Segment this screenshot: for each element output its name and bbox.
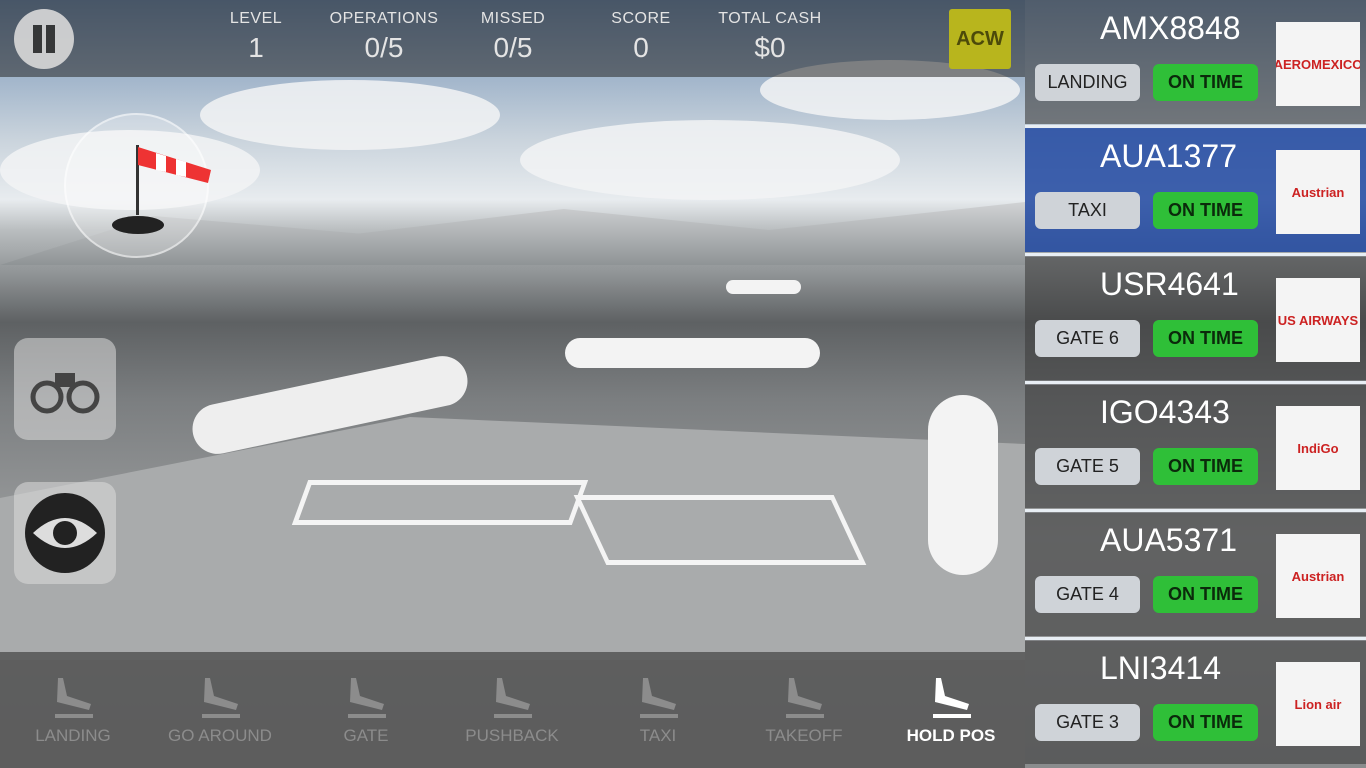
go-around-icon — [202, 678, 240, 718]
command-pushback-button[interactable]: PUSHBACK — [447, 670, 577, 746]
flight-state-button[interactable]: LANDING — [1035, 64, 1140, 101]
flight-id: IGO4343 — [1100, 394, 1230, 430]
level-label: LEVEL — [229, 10, 283, 27]
command-bar: LANDING GO AROUND GATE PUSHBACK TAXI TAKEOFF H… — [0, 652, 1025, 768]
command-label: GO AROUND — [168, 726, 272, 745]
cash-stat: TOTAL CASH $0 — [710, 10, 830, 64]
airline-name: IndiGo — [1297, 440, 1339, 456]
flight-id: AUA1377 — [1100, 138, 1237, 174]
airline-name: Lion air — [1294, 696, 1342, 712]
flight-id: AUA5371 — [1100, 522, 1237, 558]
windsock-icon — [112, 145, 211, 234]
command-label: PUSHBACK — [465, 726, 559, 745]
binoculars-button[interactable] — [14, 338, 116, 440]
missed-stat: MISSED 0/5 — [453, 10, 573, 64]
airline-logo: Lion air — [1276, 662, 1360, 746]
flight-state-button[interactable]: TAXI — [1035, 192, 1140, 229]
flight-state-button[interactable]: GATE 4 — [1035, 576, 1140, 613]
aircraft-austrian[interactable] — [565, 338, 820, 368]
flight-card[interactable]: AMX8848 LANDING ON TIME AEROMEXICO — [1025, 0, 1366, 124]
windsock-indicator — [64, 113, 211, 258]
command-label: HOLD POS — [906, 726, 996, 745]
score-stat: SCORE 0 — [581, 10, 701, 64]
aircraft-distant[interactable] — [726, 280, 801, 294]
cloud — [520, 120, 900, 200]
command-go-around-button[interactable]: GO AROUND — [155, 670, 285, 746]
flight-card[interactable]: IGO4343 GATE 5 ON TIME IndiGo — [1025, 384, 1366, 508]
airline-logo: Austrian — [1276, 150, 1360, 234]
airline-name: Austrian — [1291, 184, 1345, 200]
flight-card[interactable]: LNI3414 GATE 3 ON TIME Lion air — [1025, 640, 1366, 764]
pause-button[interactable] — [14, 9, 74, 69]
airline-name: US AIRWAYS — [1277, 312, 1359, 328]
operations-stat: OPERATIONS 0/5 — [324, 10, 444, 64]
flight-status-badge: ON TIME — [1153, 192, 1258, 229]
airline-logo: US AIRWAYS — [1276, 278, 1360, 362]
gate-stand-marking — [291, 480, 589, 525]
takeoff-icon — [786, 678, 824, 718]
eye-icon — [25, 493, 105, 573]
flight-id: LNI3414 — [1100, 650, 1221, 686]
operations-value: 0/5 — [364, 32, 404, 63]
airport-code-button[interactable]: ACW — [949, 9, 1011, 69]
level-value: 1 — [248, 32, 264, 63]
command-taxi-button[interactable]: TAXI — [593, 670, 723, 746]
flight-card[interactable]: AUA1377 TAXI ON TIME Austrian — [1025, 128, 1366, 252]
cash-value: $0 — [754, 32, 786, 63]
airline-logo: AEROMEXICO — [1276, 22, 1360, 106]
missed-label: MISSED — [480, 10, 546, 27]
airline-logo: Austrian — [1276, 534, 1360, 618]
airline-name: AEROMEXICO — [1276, 56, 1360, 72]
command-label: LANDING — [35, 726, 111, 745]
flight-state-button[interactable]: GATE 3 — [1035, 704, 1140, 741]
flight-status-badge: ON TIME — [1153, 448, 1258, 485]
flight-card[interactable]: AUA5371 GATE 4 ON TIME Austrian — [1025, 512, 1366, 636]
command-label: TAKEOFF — [765, 726, 843, 745]
score-value: 0 — [633, 32, 649, 63]
hold-position-icon — [933, 678, 971, 718]
aircraft-lion[interactable] — [928, 395, 998, 575]
command-gate-button[interactable]: GATE — [301, 670, 431, 746]
command-label: GATE — [343, 726, 389, 745]
apron — [0, 417, 1025, 660]
flight-id: USR4641 — [1100, 266, 1239, 302]
flight-status-badge: ON TIME — [1153, 320, 1258, 357]
gate-icon — [348, 678, 386, 718]
level-stat: LEVEL 1 — [196, 10, 316, 64]
flight-status-badge: ON TIME — [1153, 704, 1258, 741]
landing-icon — [55, 678, 93, 718]
airline-name: Austrian — [1291, 568, 1345, 584]
gate-stand-marking — [573, 495, 867, 565]
operations-label: OPERATIONS — [329, 10, 439, 27]
taxi-icon — [640, 678, 678, 718]
flight-card[interactable]: USR4641 GATE 6 ON TIME US AIRWAYS — [1025, 256, 1366, 380]
pushback-icon — [494, 678, 532, 718]
airline-logo: IndiGo — [1276, 406, 1360, 490]
flight-status-badge: ON TIME — [1153, 64, 1258, 101]
command-hold-pos-button[interactable]: HOLD POS — [886, 670, 1016, 746]
flight-state-button[interactable]: GATE 6 — [1035, 320, 1140, 357]
command-landing-button[interactable]: LANDING — [8, 670, 138, 746]
flight-state-button[interactable]: GATE 5 — [1035, 448, 1140, 485]
hud-bar: LEVEL 1 OPERATIONS 0/5 MISSED 0/5 SCORE 0 TO… — [0, 0, 1025, 77]
flight-status-badge: ON TIME — [1153, 576, 1258, 613]
cloud — [200, 80, 500, 150]
camera-view-button[interactable] — [14, 482, 116, 584]
flight-id: AMX8848 — [1100, 10, 1241, 46]
score-label: SCORE — [611, 10, 671, 27]
command-takeoff-button[interactable]: TAKEOFF — [739, 670, 869, 746]
binoculars-icon — [30, 373, 100, 414]
flight-strip-panel: AMX8848 LANDING ON TIME AEROMEXICO AUA1377 TA… — [1025, 0, 1366, 768]
command-label: TAXI — [639, 726, 677, 745]
missed-value: 0/5 — [493, 32, 533, 63]
cash-label: TOTAL CASH — [718, 10, 822, 27]
